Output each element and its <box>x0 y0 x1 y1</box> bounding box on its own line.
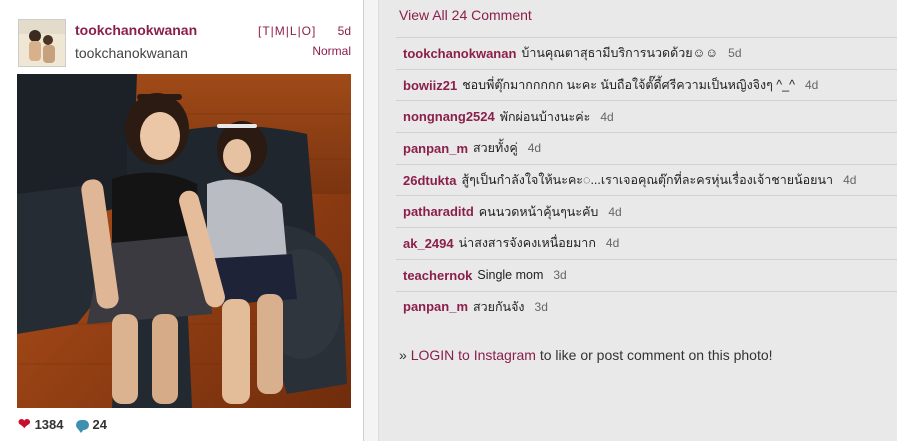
comment-username[interactable]: bowiiz21 <box>403 78 457 93</box>
post-display-name: tookchanokwanan <box>75 45 188 61</box>
comment-time: 4d <box>605 236 620 251</box>
post-stats: ❤ 1384 24 <box>18 417 107 433</box>
comment-time: 4d <box>804 78 819 93</box>
comment-text: พักผ่อนบ้างนะค่ะ <box>499 109 591 124</box>
comment-row: tookchanokwanan บ้านคุณตาสุธามีบริการนวดด… <box>396 37 897 69</box>
comment-username[interactable]: ak_2494 <box>403 236 454 251</box>
comment-username[interactable]: panpan_m <box>403 141 468 156</box>
comment-time: 4d <box>843 173 857 188</box>
comment-row: teachernok Single mom 3d <box>396 258 897 291</box>
comment-time: 3d <box>534 299 548 314</box>
comment-username[interactable]: panpan_m <box>403 299 468 314</box>
login-prompt: » LOGIN to Instagram to like or post com… <box>399 347 773 363</box>
login-link[interactable]: LOGIN to Instagram <box>411 347 536 363</box>
comment-text: น่าสงสารจังคงเหนื่อยมาก <box>458 236 596 251</box>
post-username[interactable]: tookchanokwanan <box>75 22 197 38</box>
comment-time: 4d <box>600 109 614 124</box>
comment-text: ชอบพี่ตุ๊กมากกกกก นะคะ นับถือใจ้ตั๊ดี้ศร… <box>462 78 795 93</box>
comment-time: 3d <box>553 268 567 283</box>
post-photo <box>17 74 351 408</box>
comment-username[interactable]: patharaditd <box>403 204 474 219</box>
comment-row: ak_2494 น่าสงสารจังคงเหนื่อยมาก 4d <box>396 227 897 259</box>
like-count: 1384 <box>34 417 64 432</box>
photo-size-links[interactable]: [T|M|L|O] <box>258 24 316 38</box>
comment-text: สู้ๆเป็นกำลังใจให้นะคะ◌...เราเจอคุณตุ๊กท… <box>461 173 834 188</box>
comment-row: panpan_m สวยทั้งคู่ 4d <box>396 132 897 164</box>
comment-username[interactable]: teachernok <box>403 268 472 283</box>
login-suffix: to like or post comment on this photo! <box>535 347 773 363</box>
comment-time: 4d <box>608 204 622 219</box>
comment-text: สวยทั้งคู่ <box>473 141 518 156</box>
login-prefix: » <box>399 347 411 363</box>
comment-text: สวยกันจัง <box>473 299 525 314</box>
comment-row: nongnang2524 พักผ่อนบ้างนะค่ะ 4d <box>396 100 897 132</box>
comment-count: 24 <box>92 417 107 432</box>
comment-list: tookchanokwanan บ้านคุณตาสุธามีบริการนวดด… <box>396 37 897 322</box>
comment-time: 5d <box>728 46 742 61</box>
comment-time: 4d <box>527 141 542 156</box>
comment-row: patharaditd คนนวดหน้าคุ้นๆนะคับ 4d <box>396 195 897 227</box>
comment-bubble-icon[interactable] <box>75 419 89 433</box>
heart-icon[interactable]: ❤ <box>18 417 31 432</box>
post-age: 5d <box>337 24 351 38</box>
photo-filter: Normal <box>312 44 351 58</box>
comment-row: 26dtukta สู้ๆเป็นกำลังใจให้นะคะ◌...เราเจอ… <box>396 163 897 196</box>
comment-text: บ้านคุณตาสุธามีบริการนวดด้วย☺☺ <box>521 46 719 61</box>
photo-card: tookchanokwanan tookchanokwanan [T|M|L|O… <box>0 0 364 441</box>
column-divider <box>364 0 379 441</box>
comment-text: Single mom <box>477 268 544 283</box>
comment-username[interactable]: 26dtukta <box>403 173 456 188</box>
comment-username[interactable]: nongnang2524 <box>403 109 495 124</box>
comment-row: bowiiz21 ชอบพี่ตุ๊กมากกกกก นะคะ นับถือใจ้… <box>396 68 897 101</box>
comment-row: panpan_m สวยกันจัง 3d <box>396 290 897 323</box>
view-all-comments-link[interactable]: View All 24 Comment <box>399 7 532 23</box>
comment-text: คนนวดหน้าคุ้นๆนะคับ <box>478 204 599 219</box>
comment-username[interactable]: tookchanokwanan <box>403 46 516 61</box>
avatar[interactable] <box>18 19 66 67</box>
